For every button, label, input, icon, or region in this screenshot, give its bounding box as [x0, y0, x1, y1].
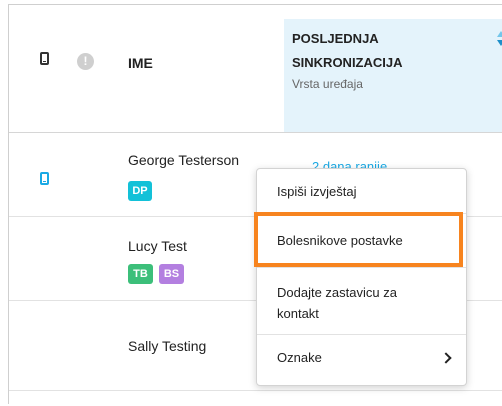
patient-name[interactable]: Lucy Test [128, 238, 187, 254]
patient-name[interactable]: George Testerson [128, 152, 239, 168]
patient-name[interactable]: Sally Testing [128, 338, 206, 354]
menu-item-labels[interactable]: Oznake [257, 335, 466, 385]
menu-item-print-report[interactable]: Ispiši izvještaj [257, 169, 466, 214]
device-icon [40, 172, 49, 185]
context-menu: Ispiši izvještaj Bolesnikove postavke Do… [256, 168, 467, 386]
tag-badge: TB [128, 264, 153, 284]
sort-ascending-icon[interactable] [497, 31, 502, 37]
table-header: ! IME POSLJEDNJA SINKRONIZACIJA Vrsta ur… [9, 5, 502, 133]
tag-badge: BS [159, 264, 184, 284]
device-icon [40, 52, 49, 65]
last-sync-title: POSLJEDNJA SINKRONIZACIJA [292, 31, 403, 70]
menu-item-patient-settings[interactable]: Bolesnikove postavke [257, 214, 466, 268]
device-type-subtitle: Vrsta uređaja [292, 77, 363, 91]
chevron-right-icon [440, 352, 452, 364]
alert-icon: ! [77, 53, 94, 70]
name-column-header[interactable]: IME [128, 55, 153, 71]
tag-badge: DP [128, 181, 152, 201]
sort-descending-icon[interactable] [497, 40, 502, 46]
menu-item-labels-text: Oznake [277, 350, 322, 365]
last-sync-column-header[interactable]: POSLJEDNJA SINKRONIZACIJA Vrsta uređaja [284, 19, 502, 132]
menu-item-add-contact-flag[interactable]: Dodajte zastavicu za kontakt [257, 268, 466, 335]
